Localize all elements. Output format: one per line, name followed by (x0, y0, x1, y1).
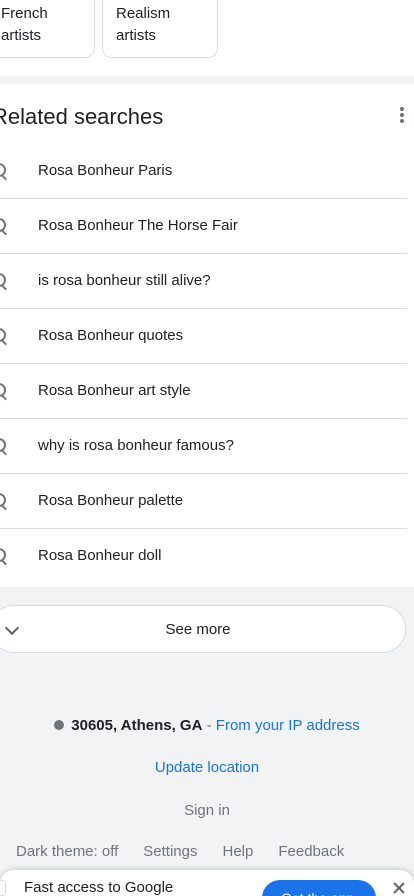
related-search-text: why is rosa bonheur famous? (38, 437, 234, 454)
search-icon (0, 438, 10, 456)
see-more-button[interactable]: See more (0, 605, 406, 653)
search-icon (0, 273, 10, 291)
related-search-text: Rosa Bonheur art style (38, 382, 191, 399)
more-vert-icon[interactable] (396, 106, 408, 124)
search-icon (0, 218, 10, 236)
search-icon (0, 163, 10, 181)
related-search-item[interactable]: Rosa Bonheur art style (0, 364, 407, 419)
footer-links: Dark theme: off Settings Help Feedback (16, 843, 369, 860)
related-search-text: Rosa Bonheur The Horse Fair (38, 217, 238, 234)
update-location-link[interactable]: Update location (0, 759, 414, 776)
feedback-link[interactable]: Feedback (278, 843, 344, 860)
settings-link[interactable]: Settings (143, 843, 197, 860)
related-search-text: Rosa Bonheur doll (38, 547, 162, 564)
see-more-label: See more (165, 621, 231, 638)
location-line: 30605, Athens, GA - From your IP address (0, 717, 414, 734)
get-app-button[interactable]: Get the app (262, 880, 376, 896)
chip-label-line1: Realism (116, 5, 171, 22)
chip-realism-artists[interactable]: Realism artists (102, 0, 218, 58)
related-search-text: Rosa Bonheur quotes (38, 327, 184, 344)
related-searches-card: Related searches Rosa Bonheur Paris Rosa… (0, 84, 414, 587)
related-searches-list: Rosa Bonheur Paris Rosa Bonheur The Hors… (0, 144, 407, 584)
related-search-item[interactable]: Rosa Bonheur The Horse Fair (0, 199, 407, 254)
related-search-item[interactable]: is rosa bonheur still alive? (0, 254, 407, 309)
close-icon[interactable] (393, 882, 405, 894)
related-search-text: Rosa Bonheur Paris (38, 162, 173, 179)
chip-label-line1: French (1, 5, 48, 22)
dark-theme-link[interactable]: Dark theme: off (16, 843, 118, 860)
location-source-link[interactable]: From your IP address (216, 717, 360, 734)
related-search-text: Rosa Bonheur palette (38, 492, 184, 509)
related-searches-title: Related searches (0, 104, 164, 129)
related-search-item[interactable]: Rosa Bonheur palette (0, 474, 407, 529)
related-search-item[interactable]: Rosa Bonheur quotes (0, 309, 407, 364)
related-search-item[interactable]: Rosa Bonheur Paris (0, 144, 407, 199)
location-dot-icon (54, 720, 65, 730)
chip-label-line2: artists (116, 27, 157, 44)
search-icon (0, 548, 10, 566)
search-icon (0, 328, 10, 346)
chip-label-line2: artists (1, 27, 42, 44)
related-search-item[interactable]: Rosa Bonheur doll (0, 529, 407, 584)
related-search-item[interactable]: why is rosa bonheur famous? (0, 419, 407, 474)
location-separator: - (202, 717, 216, 734)
search-icon (0, 383, 10, 401)
promo-text: Fast access to Google (24, 879, 174, 896)
top-chip-strip: French artists Realism artists (0, 0, 414, 76)
promo-checkbox[interactable] (0, 880, 6, 896)
related-search-text: is rosa bonheur still alive? (38, 272, 211, 289)
location-place: 30605, Athens, GA (71, 717, 203, 734)
help-link[interactable]: Help (222, 843, 253, 860)
chip-french-artists[interactable]: French artists (0, 0, 95, 58)
search-icon (0, 493, 10, 511)
app-promo-banner: Fast access to Google Get the app (0, 870, 414, 896)
sign-in-link[interactable]: Sign in (0, 802, 414, 819)
